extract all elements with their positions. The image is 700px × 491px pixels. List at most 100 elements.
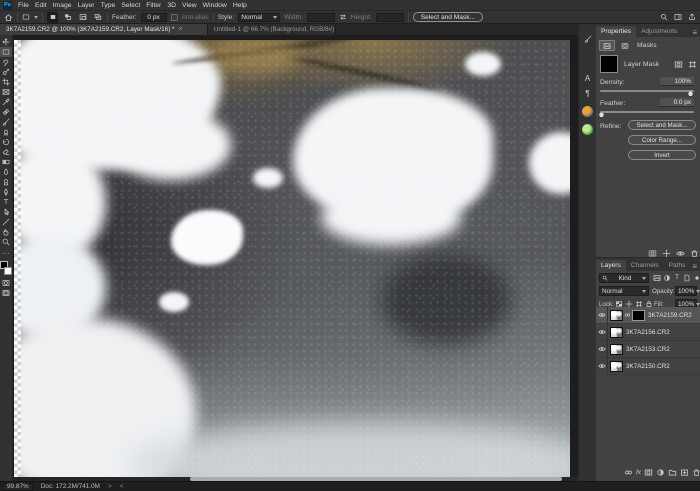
layer-visibility-icon[interactable] — [596, 306, 608, 324]
menu-select[interactable]: Select — [121, 2, 140, 9]
menu-type[interactable]: Type — [101, 2, 116, 9]
tool-frame[interactable] — [0, 87, 12, 97]
tool-pen[interactable] — [0, 187, 12, 197]
layer-row[interactable]: 3K7A2159.CR2 — [596, 306, 700, 324]
tool-quickselect[interactable] — [0, 67, 12, 77]
status-arrow-icon[interactable]: > — [108, 483, 112, 490]
layer-thumbnail[interactable] — [610, 343, 623, 355]
layer-effects-icon[interactable]: fx — [636, 469, 641, 476]
subtract-selection-button[interactable] — [77, 12, 88, 23]
canvas-area[interactable] — [13, 35, 578, 481]
new-selection-button[interactable] — [47, 11, 58, 23]
menu-file[interactable]: File — [18, 2, 29, 9]
tool-historybrush[interactable] — [0, 137, 12, 147]
character-panel-icon[interactable]: A — [582, 72, 594, 84]
tool-gradient[interactable] — [0, 157, 12, 167]
plugin-icon-green[interactable] — [582, 123, 594, 135]
new-layer-icon[interactable] — [680, 468, 689, 477]
tool-move[interactable] — [0, 37, 12, 47]
zoom-level[interactable]: 99.87% — [3, 482, 33, 491]
layer-name[interactable]: 3K7A2153.CR2 — [626, 346, 670, 353]
paragraph-panel-icon[interactable]: ¶ — [582, 87, 594, 99]
tool-hand[interactable] — [0, 227, 12, 237]
filter-pixel-layers-icon[interactable] — [653, 274, 661, 282]
select-mask-icon[interactable] — [674, 60, 683, 69]
link-layers-icon[interactable] — [624, 468, 633, 477]
tool-crop[interactable] — [0, 77, 12, 87]
width-input[interactable] — [306, 12, 335, 22]
feather-input[interactable]: 0 px — [140, 12, 167, 22]
current-tool-icon[interactable] — [22, 13, 30, 21]
layer-thumbnail[interactable] — [610, 309, 623, 321]
close-icon[interactable]: × — [178, 26, 182, 33]
tab-adjustments[interactable]: Adjustments — [636, 26, 682, 37]
tool-zoomtool[interactable] — [0, 237, 12, 247]
scroll-arrow-icon[interactable]: < — [120, 483, 124, 490]
workspace-icon[interactable] — [674, 13, 682, 21]
adjustment-layer-icon[interactable] — [656, 468, 665, 477]
layer-filter-select[interactable]: Kind — [599, 273, 649, 283]
tool-eraser[interactable] — [0, 147, 12, 157]
home-icon[interactable] — [4, 13, 13, 22]
tab-channels[interactable]: Channels — [626, 260, 664, 271]
layer-name[interactable]: 3K7A2156.CR2 — [626, 329, 670, 336]
quick-mask-icon[interactable] — [0, 278, 12, 288]
layer-visibility-icon[interactable] — [596, 357, 608, 375]
layer-row[interactable]: 3K7A2156.CR2 — [596, 323, 700, 341]
menu-3d[interactable]: 3D — [167, 2, 176, 9]
color-swatches[interactable] — [0, 261, 12, 275]
add-selection-button[interactable] — [62, 12, 73, 23]
layer-row[interactable]: 3K7A2150.CR2 — [596, 357, 700, 375]
add-mask-icon[interactable] — [644, 468, 653, 477]
share-icon[interactable] — [688, 13, 696, 21]
document-tab-inactive[interactable]: Untitled-1 @ 66.7% (Background, RGB/8#) … — [208, 24, 336, 35]
menu-layer[interactable]: Layer — [78, 2, 95, 9]
layer-thumbnail[interactable] — [610, 360, 623, 372]
invert-button[interactable]: Invert — [628, 150, 696, 160]
menu-filter[interactable]: Filter — [146, 2, 161, 9]
density-value[interactable]: 100% — [660, 77, 694, 86]
tool-clonestamp[interactable] — [0, 127, 12, 137]
tool-dodge[interactable] — [0, 177, 12, 187]
layer-thumbnail[interactable] — [610, 326, 623, 338]
tab-layers[interactable]: Layers — [596, 260, 626, 271]
feather-value[interactable]: 0.0 px — [660, 98, 694, 107]
mask-options-icon[interactable] — [688, 60, 697, 69]
feather-slider[interactable] — [600, 111, 694, 113]
tool-eyedropper[interactable] — [0, 97, 12, 107]
menu-help[interactable]: Help — [233, 2, 247, 9]
swap-dimensions-icon[interactable] — [339, 13, 347, 21]
menu-image[interactable]: Image — [53, 2, 72, 9]
anti-alias-checkbox[interactable] — [170, 13, 178, 21]
plugin-icon-orange[interactable] — [582, 105, 594, 117]
filter-toggle-icon[interactable] — [693, 274, 700, 282]
layer-name[interactable]: 3K7A2159.CR2 — [648, 312, 692, 319]
tool-marquee[interactable] — [0, 47, 12, 57]
intersect-selection-button[interactable] — [92, 12, 103, 23]
menu-window[interactable]: Window — [203, 2, 227, 9]
delete-layer-icon[interactable] — [692, 468, 700, 477]
tab-properties[interactable]: Properties — [596, 26, 637, 37]
filter-smart-objects-icon[interactable] — [683, 274, 691, 282]
menu-view[interactable]: View — [182, 2, 197, 9]
tool-pathselect[interactable] — [0, 207, 12, 217]
pixel-mask-button[interactable] — [599, 40, 615, 51]
tool-healing[interactable] — [0, 107, 12, 117]
screen-mode-icon[interactable] — [0, 288, 12, 298]
tool-blur[interactable] — [0, 167, 12, 177]
blend-mode-select[interactable]: Normal — [599, 286, 649, 296]
search-icon[interactable] — [660, 13, 668, 21]
color-range-button[interactable]: Color Range... — [628, 135, 696, 145]
document-tab-active[interactable]: 3K7A2159.CR2 @ 100% (3K7A2159.CR2, Layer… — [0, 24, 208, 35]
document-canvas[interactable] — [21, 40, 570, 477]
vector-mask-button[interactable] — [617, 40, 633, 51]
layer-visibility-icon[interactable] — [596, 323, 608, 341]
layer-visibility-icon[interactable] — [596, 340, 608, 358]
panel-menu-icon[interactable]: ≡ — [692, 263, 697, 271]
opacity-select[interactable]: 100% — [675, 286, 700, 296]
menu-edit[interactable]: Edit — [35, 2, 47, 9]
tool-type[interactable]: T — [0, 197, 12, 207]
panel-menu-icon[interactable]: ≡ — [692, 29, 697, 37]
layer-name[interactable]: 3K7A2150.CR2 — [626, 363, 670, 370]
chevron-down-icon[interactable] — [34, 15, 38, 19]
